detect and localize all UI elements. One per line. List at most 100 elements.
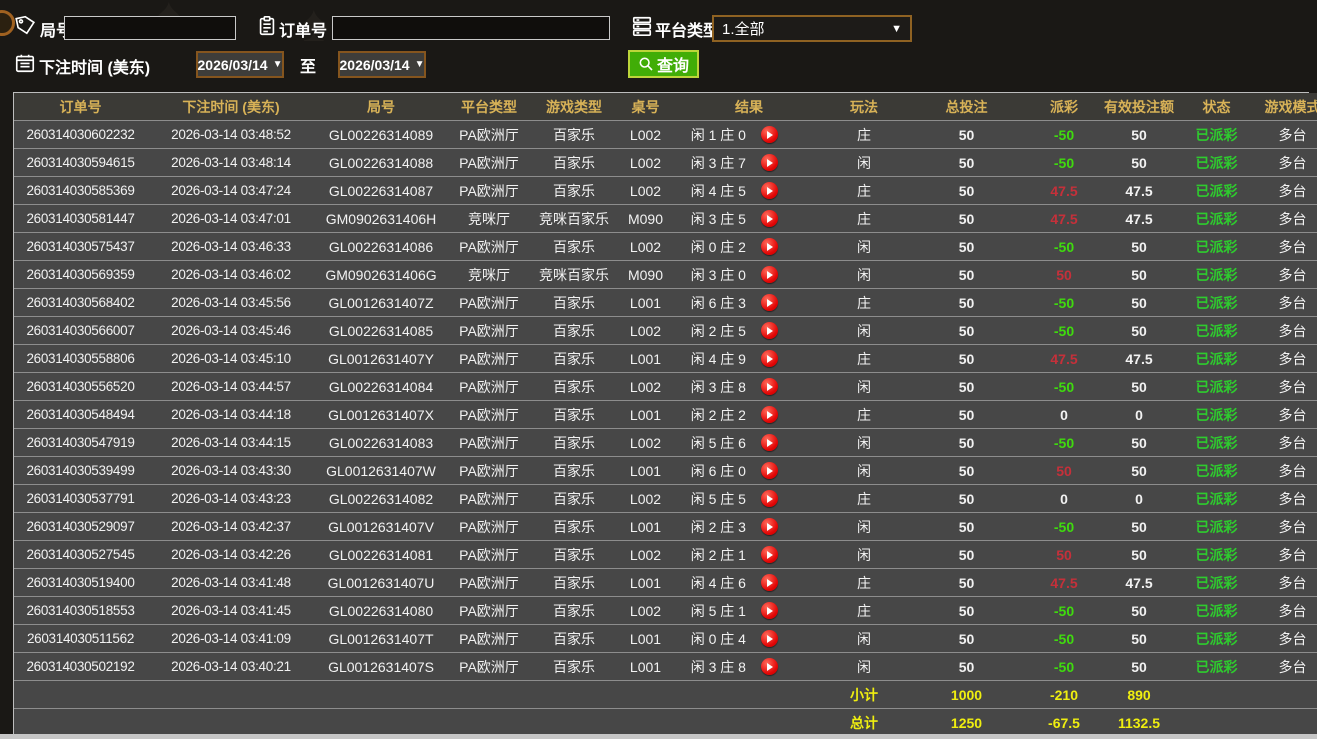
table-row: 260314030548494 2026-03-14 03:44:18 GL00… — [14, 401, 1317, 429]
cell-platform-type: PA欧洲厅 — [447, 457, 531, 485]
replay-video-button[interactable] — [761, 154, 778, 171]
replay-video-button[interactable] — [761, 210, 778, 227]
cell-round-no: GM0902631406H — [315, 205, 447, 233]
replay-video-button[interactable] — [761, 602, 778, 619]
cell-payout: 50 — [1029, 457, 1099, 485]
cell-status: 已派彩 — [1179, 597, 1254, 625]
round-no-input[interactable] — [64, 16, 236, 40]
replay-video-button[interactable] — [761, 350, 778, 367]
cell-valid-bet: 47.5 — [1099, 345, 1179, 373]
cell-order-no: 260314030594615 — [14, 149, 147, 177]
cell-bet-type: 闲 — [824, 541, 904, 569]
cell-bet-type: 闲 — [824, 429, 904, 457]
cell-bet-type: 闲 — [824, 457, 904, 485]
cell-game-type: 百家乐 — [531, 317, 617, 345]
platform-type-select[interactable]: 1.全部 ▼ — [712, 15, 912, 42]
cell-game-type: 百家乐 — [531, 289, 617, 317]
cell-round-no: GL0012631407S — [315, 653, 447, 681]
result-text: 闲 2 庄 5 — [676, 321, 761, 341]
play-icon — [767, 187, 773, 195]
calendar-icon — [14, 52, 36, 74]
replay-video-button[interactable] — [761, 294, 778, 311]
header-payout: 派彩 — [1029, 93, 1099, 121]
cell-game-type: 百家乐 — [531, 177, 617, 205]
replay-video-button[interactable] — [761, 546, 778, 563]
order-no-label: 订单号 — [279, 17, 327, 41]
cell-valid-bet: 50 — [1099, 625, 1179, 653]
cell-order-no: 260314030547919 — [14, 429, 147, 457]
table-row: 260314030556520 2026-03-14 03:44:57 GL00… — [14, 373, 1317, 401]
result-text: 闲 0 庄 2 — [676, 237, 761, 257]
header-total-bet: 总投注 — [904, 93, 1029, 121]
table-row: 260314030575437 2026-03-14 03:46:33 GL00… — [14, 233, 1317, 261]
cell-valid-bet: 50 — [1099, 541, 1179, 569]
cell-result: 闲 3 庄 8 — [674, 653, 824, 681]
replay-video-button[interactable] — [761, 322, 778, 339]
play-icon — [767, 607, 773, 615]
search-button[interactable]: 查询 — [628, 50, 699, 78]
cell-order-no: 260314030539499 — [14, 457, 147, 485]
date-from-picker[interactable]: 2026/03/14 ▼ — [196, 51, 284, 78]
grand-total-payout: -67.5 — [1029, 709, 1099, 737]
play-icon — [767, 159, 773, 167]
order-no-input[interactable] — [332, 16, 610, 40]
replay-video-button[interactable] — [761, 378, 778, 395]
cell-game-mode: 多台 — [1254, 289, 1317, 317]
result-text: 闲 5 庄 6 — [676, 433, 761, 453]
cell-game-type: 百家乐 — [531, 345, 617, 373]
cell-order-no: 260314030558806 — [14, 345, 147, 373]
cell-game-mode: 多台 — [1254, 569, 1317, 597]
cell-game-mode: 多台 — [1254, 541, 1317, 569]
replay-video-button[interactable] — [761, 266, 778, 283]
play-icon — [767, 467, 773, 475]
magnifier-icon — [638, 56, 654, 72]
cell-status: 已派彩 — [1179, 485, 1254, 513]
table-row: 260314030529097 2026-03-14 03:42:37 GL00… — [14, 513, 1317, 541]
replay-video-button[interactable] — [761, 434, 778, 451]
cell-payout: -50 — [1029, 233, 1099, 261]
cell-payout: -50 — [1029, 317, 1099, 345]
cell-bet-type: 庄 — [824, 205, 904, 233]
date-to-picker[interactable]: 2026/03/14 ▼ — [338, 51, 426, 78]
cell-total-bet: 50 — [904, 289, 1029, 317]
cell-bet-type: 庄 — [824, 121, 904, 149]
cell-round-no: GL00226314082 — [315, 485, 447, 513]
cell-payout: 47.5 — [1029, 177, 1099, 205]
cell-payout: 0 — [1029, 401, 1099, 429]
cell-total-bet: 50 — [904, 429, 1029, 457]
horizontal-scrollbar[interactable] — [0, 734, 1317, 739]
cell-result: 闲 5 庄 6 — [674, 429, 824, 457]
cell-round-no: GL0012631407X — [315, 401, 447, 429]
play-icon — [767, 523, 773, 531]
cell-platform-type: PA欧洲厅 — [447, 373, 531, 401]
cell-valid-bet: 50 — [1099, 317, 1179, 345]
header-platform-type: 平台类型 — [447, 93, 531, 121]
table-row: 260314030537791 2026-03-14 03:43:23 GL00… — [14, 485, 1317, 513]
cell-payout: -50 — [1029, 149, 1099, 177]
replay-video-button[interactable] — [761, 630, 778, 647]
cell-payout: 0 — [1029, 485, 1099, 513]
replay-video-button[interactable] — [761, 518, 778, 535]
cell-order-no: 260314030566007 — [14, 317, 147, 345]
cell-bet-time: 2026-03-14 03:47:01 — [147, 205, 315, 233]
replay-video-button[interactable] — [761, 658, 778, 675]
cell-game-mode: 多台 — [1254, 205, 1317, 233]
cell-order-no: 260314030529097 — [14, 513, 147, 541]
cell-valid-bet: 50 — [1099, 121, 1179, 149]
cell-total-bet: 50 — [904, 149, 1029, 177]
replay-video-button[interactable] — [761, 462, 778, 479]
play-icon — [767, 411, 773, 419]
replay-video-button[interactable] — [761, 126, 778, 143]
cell-total-bet: 50 — [904, 121, 1029, 149]
replay-video-button[interactable] — [761, 490, 778, 507]
cell-valid-bet: 50 — [1099, 597, 1179, 625]
table-row: 260314030539499 2026-03-14 03:43:30 GL00… — [14, 457, 1317, 485]
cell-valid-bet: 50 — [1099, 429, 1179, 457]
replay-video-button[interactable] — [761, 182, 778, 199]
replay-video-button[interactable] — [761, 574, 778, 591]
replay-video-button[interactable] — [761, 406, 778, 423]
header-bet-time: 下注时间 (美东) — [147, 93, 315, 121]
cell-platform-type: 竞咪厅 — [447, 205, 531, 233]
cell-bet-type: 庄 — [824, 597, 904, 625]
replay-video-button[interactable] — [761, 238, 778, 255]
